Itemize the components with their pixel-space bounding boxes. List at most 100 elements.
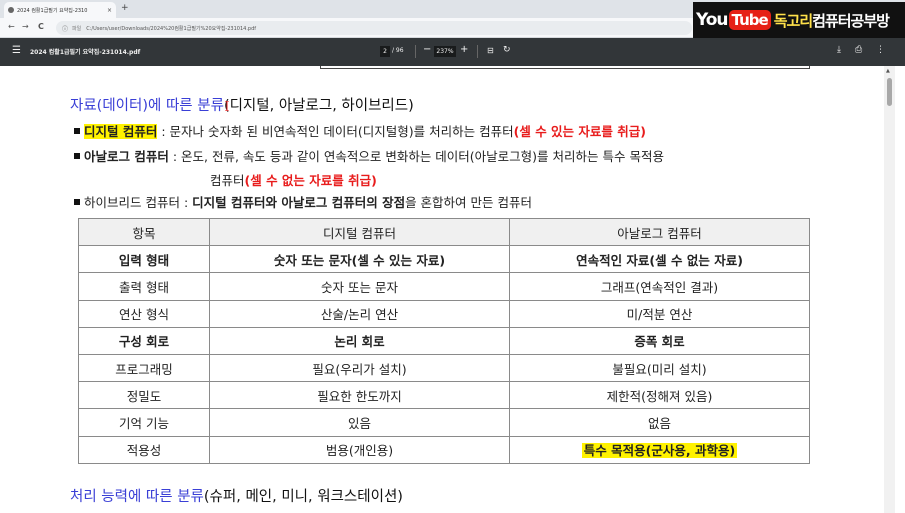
download-icon[interactable]: ⤓: [837, 45, 841, 55]
menu-icon[interactable]: ☰: [12, 46, 21, 56]
table-cell: 적용성: [78, 435, 210, 464]
term-separator: :: [157, 124, 170, 139]
table-cell: 범용(개인용): [209, 435, 510, 464]
desc-analog-cont: 컴퓨터: [210, 173, 245, 188]
zoom-out-button[interactable]: −: [423, 44, 431, 55]
previous-table-edge: [320, 66, 810, 69]
scroll-up-icon[interactable]: ▲: [886, 68, 890, 74]
table-cell: 제한적(정해져 있음): [509, 381, 810, 410]
text-cursor-icon: [225, 101, 229, 111]
zoom-input[interactable]: 237%: [434, 46, 456, 57]
rotate-icon[interactable]: ↻: [503, 45, 511, 55]
term-separator: :: [168, 149, 182, 164]
youtube-logo-you: You: [696, 10, 729, 30]
pdf-favicon-icon: [8, 7, 14, 13]
desc-hybrid: 을 혼합하여 만든 컴퓨터: [405, 195, 532, 210]
table-cell: 없음: [509, 408, 810, 437]
note-digital: (셀 수 있는 자료를 취급): [513, 124, 646, 139]
table-row: 출력 형태 숫자 또는 문자 그래프(연속적인 결과): [78, 272, 810, 301]
desc-digital: 문자나 숫자화 된 비연속적인 데이터(디지털형)를 처리하는 컴퓨터: [169, 124, 514, 139]
table-cell: 숫자 또는 문자(셀 수 있는 자료): [209, 245, 510, 274]
browser-tab[interactable]: 2024 컴활1급필기 요약집-2310 ×: [4, 2, 116, 18]
term-digital: 디지털 컴퓨터: [84, 124, 158, 139]
table-cell: 프로그래밍: [78, 353, 210, 383]
table-header: 항목: [78, 217, 210, 247]
bullet-icon: [74, 153, 80, 159]
comparison-table: 항목 디지털 컴퓨터 아날로그 컴퓨터 입력 형태 숫자 또는 문자(셀 수 있…: [78, 217, 810, 464]
table-cell: 필요한 한도까지: [209, 381, 510, 410]
table-header: 아날로그 컴퓨터: [509, 217, 810, 247]
table-row: 기억 기능 있음 없음: [78, 408, 810, 437]
url-protocol: 파일: [72, 25, 82, 32]
desc-analog: 온도, 전류, 속도 등과 같이 연속적으로 변화하는 데이터(아날로그형)를 …: [181, 149, 664, 164]
table-row: 연산 형식 산술/논리 연산 미/적분 연산: [78, 299, 810, 328]
bullet-icon: [74, 199, 80, 205]
table-cell: 논리 회로: [209, 326, 510, 355]
url-input[interactable]: ⓘ 파일 C:/Users/user/Downloads/2024%20컴활1급…: [56, 21, 692, 35]
table-cell: 증폭 회로: [509, 326, 810, 355]
back-icon[interactable]: ←: [8, 22, 15, 32]
channel-name-rest: 컴퓨터공부방: [812, 11, 890, 30]
section-heading-subtitle: (디지털, 아날로그, 하이브리드): [223, 98, 414, 114]
table-cell: 숫자 또는 문자: [209, 272, 510, 301]
reload-icon[interactable]: C: [38, 22, 44, 32]
note-analog: (셀 수 없는 자료를 취급): [244, 173, 377, 188]
term-analog: 아날로그 컴퓨터: [84, 149, 169, 164]
page-number-input[interactable]: 2: [380, 46, 390, 57]
table-row: 적용성 범용(개인용) 특수 목적용(군사용, 과학용): [78, 435, 810, 464]
tab-close-icon[interactable]: ×: [107, 7, 112, 14]
table-cell: 불필요(미리 설치): [509, 353, 810, 383]
table-header: 디지털 컴퓨터: [209, 217, 510, 247]
next-section-heading: 처리 능력에 따른 분류(슈퍼, 메인, 미니, 워크스테이션): [70, 485, 403, 506]
table-cell: 출력 형태: [78, 272, 210, 301]
table-row: 구성 회로 논리 회로 증폭 회로: [78, 326, 810, 355]
info-icon[interactable]: ⓘ: [62, 24, 68, 33]
table-row: 입력 형태 숫자 또는 문자(셀 수 있는 자료) 연속적인 자료(셀 수 없는…: [78, 245, 810, 274]
table-header-row: 항목 디지털 컴퓨터 아날로그 컴퓨터: [78, 217, 810, 247]
bullet-digital: 디지털 컴퓨터 : 문자나 숫자화 된 비연속적인 데이터(디지털형)를 처리하…: [74, 121, 646, 140]
emph-hybrid: 디지털 컴퓨터와 아날로그 컴퓨터의 장점: [192, 195, 406, 210]
zoom-in-button[interactable]: +: [460, 44, 468, 55]
table-cell: 연속적인 자료(셀 수 없는 자료): [509, 245, 810, 274]
table-cell: 연산 형식: [78, 299, 210, 328]
table-cell: 필요(우리가 설치): [209, 353, 510, 383]
table-cell: 미/적분 연산: [509, 299, 810, 328]
pdf-toolbar: ☰ 2024 컴활1급필기 요약집-231014.pdf 2 / 96 − 23…: [0, 38, 905, 66]
new-tab-button[interactable]: +: [121, 3, 129, 13]
table-cell: 정밀도: [78, 381, 210, 410]
highlighted-cell-text: 특수 목적용(군사용, 과학용): [581, 443, 738, 459]
table-row: 프로그래밍 필요(우리가 설치) 불필요(미리 설치): [78, 353, 810, 383]
more-icon[interactable]: ⋮: [876, 45, 885, 55]
scrollbar[interactable]: [884, 66, 895, 513]
fit-page-icon[interactable]: ⊟: [487, 46, 494, 55]
right-margin: [895, 66, 905, 513]
tab-title: 2024 컴활1급필기 요약집-2310: [17, 7, 88, 14]
url-text: C:/Users/user/Downloads/2024%20컴활1급필기%20…: [86, 25, 257, 32]
section-heading-title: 자료(데이터)에 따른 분류: [70, 98, 224, 114]
next-section-subtitle: (슈퍼, 메인, 미니, 워크스테이션): [203, 489, 403, 505]
term-hybrid: 하이브리드 컴퓨터: [84, 195, 180, 210]
table-cell: 구성 회로: [78, 326, 210, 355]
term-separator: :: [179, 195, 193, 210]
table-row: 정밀도 필요한 한도까지 제한적(정해져 있음): [78, 381, 810, 410]
page-total: / 96: [392, 47, 404, 54]
toolbar-divider: [415, 45, 416, 58]
table-cell: 기억 기능: [78, 408, 210, 437]
scrollbar-thumb[interactable]: [887, 78, 892, 106]
channel-watermark: You Tube 독고리컴퓨터공부방: [693, 2, 905, 38]
next-section-title: 처리 능력에 따른 분류: [70, 489, 204, 505]
toolbar-divider: [477, 45, 478, 58]
print-icon[interactable]: ⎙: [855, 45, 862, 55]
table-cell: 그래프(연속적인 결과): [509, 272, 810, 301]
table-cell: 특수 목적용(군사용, 과학용): [509, 435, 810, 464]
section-heading: 자료(데이터)에 따른 분류(디지털, 아날로그, 하이브리드): [70, 94, 414, 115]
bullet-analog: 아날로그 컴퓨터 : 온도, 전류, 속도 등과 같이 연속적으로 변화하는 데…: [74, 146, 664, 165]
table-cell: 산술/논리 연산: [209, 299, 510, 328]
channel-name-highlight: 독고리: [773, 11, 813, 30]
table-cell: 있음: [209, 408, 510, 437]
pdf-filename: 2024 컴활1급필기 요약집-231014.pdf: [30, 49, 141, 56]
channel-name: 독고리컴퓨터공부방: [773, 10, 890, 31]
youtube-logo-tube: Tube: [728, 10, 771, 30]
forward-icon[interactable]: →: [22, 22, 29, 32]
bullet-analog-cont: 컴퓨터(셀 수 없는 자료를 취급): [210, 170, 377, 189]
